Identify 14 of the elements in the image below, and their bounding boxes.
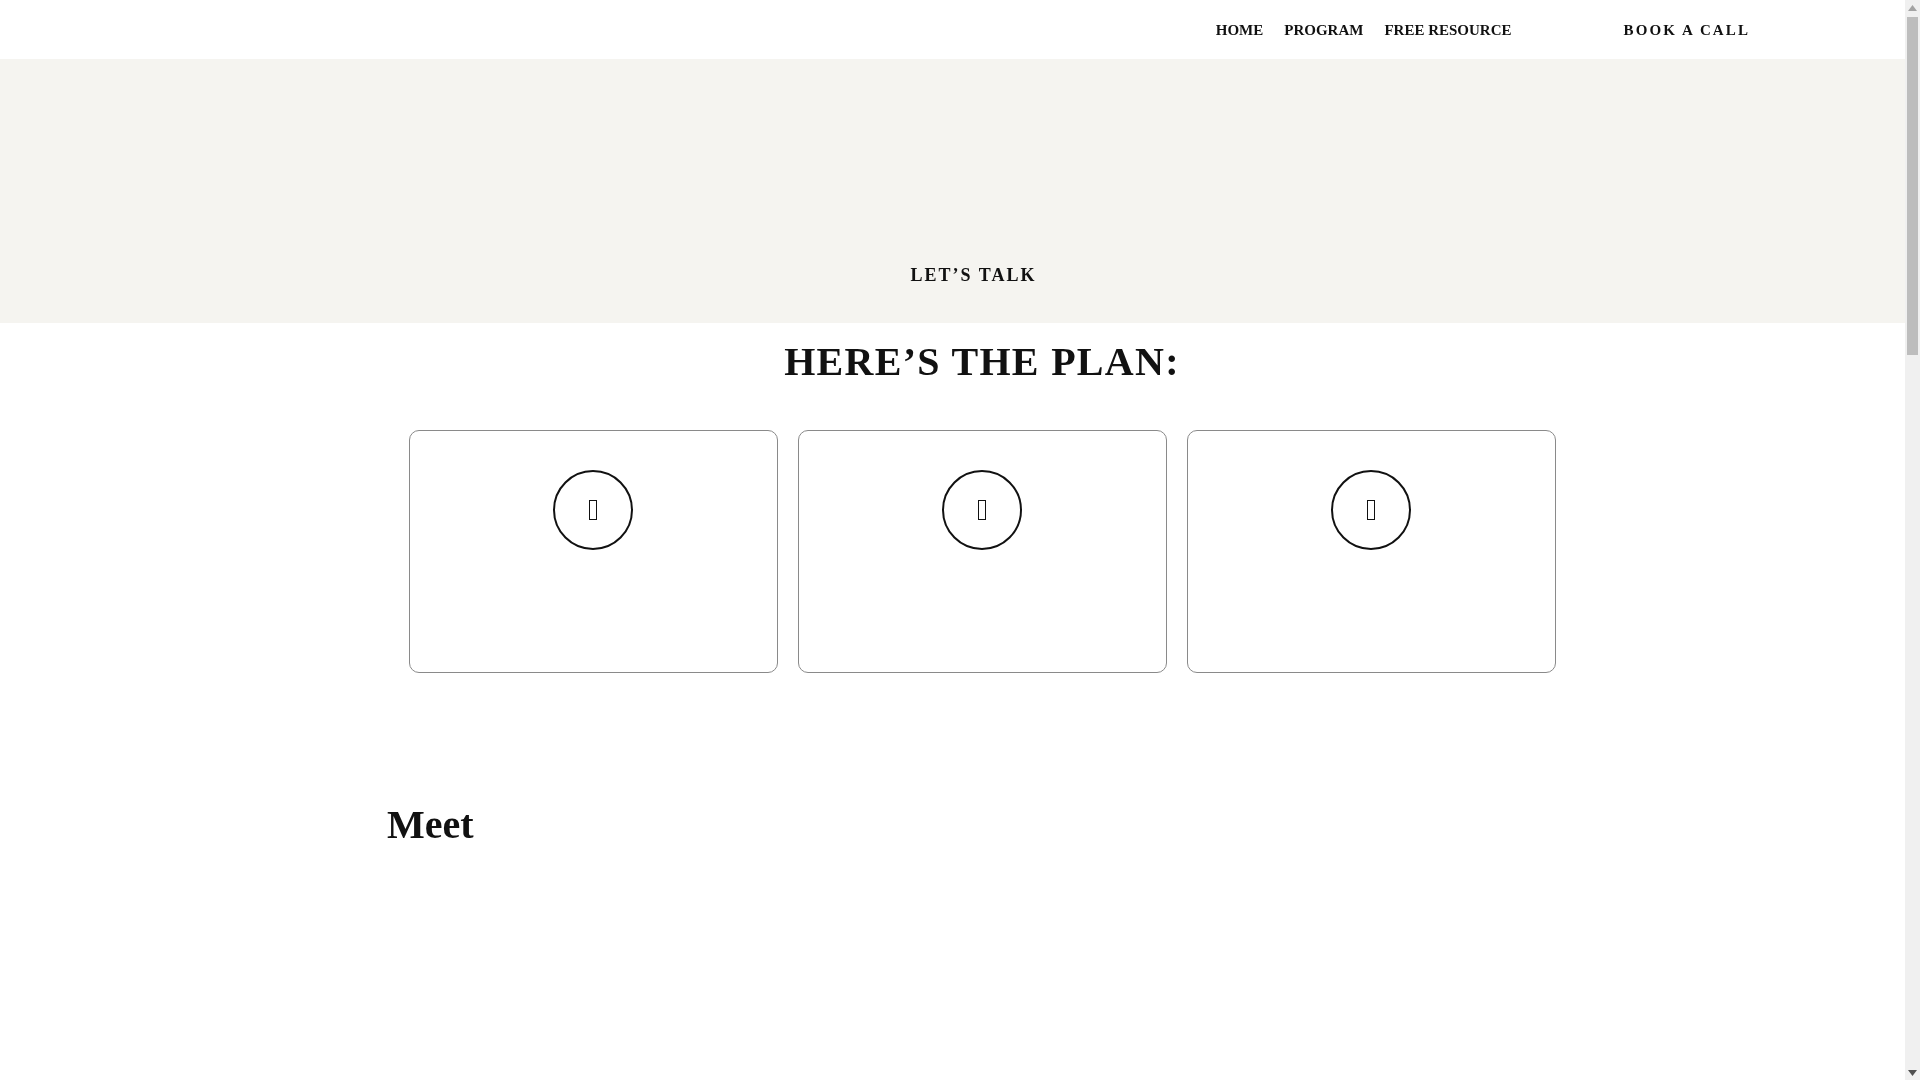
scroll-up-icon[interactable] [1908, 5, 1917, 11]
section-heading: Meet [387, 801, 474, 849]
talk-link[interactable]: LET’S TALK [910, 265, 1037, 285]
scrollbar[interactable] [1905, 0, 1920, 1080]
section-heading: HERE’S THE PLAN: [783, 338, 1181, 386]
circle-icon [553, 470, 633, 550]
circle-icon [942, 470, 1022, 550]
circle-icon [1331, 470, 1411, 550]
scroll-down-icon[interactable] [1908, 1070, 1917, 1076]
nav-link[interactable]: HOME [1215, 20, 1264, 39]
nav-link[interactable]: PROGRAM [1284, 20, 1364, 39]
book-call-link[interactable]: BOOK A CALL [1623, 20, 1750, 39]
nav-link[interactable]: FREE RESOURCE [1384, 20, 1512, 39]
scrollbar-thumb[interactable] [1907, 17, 1918, 355]
